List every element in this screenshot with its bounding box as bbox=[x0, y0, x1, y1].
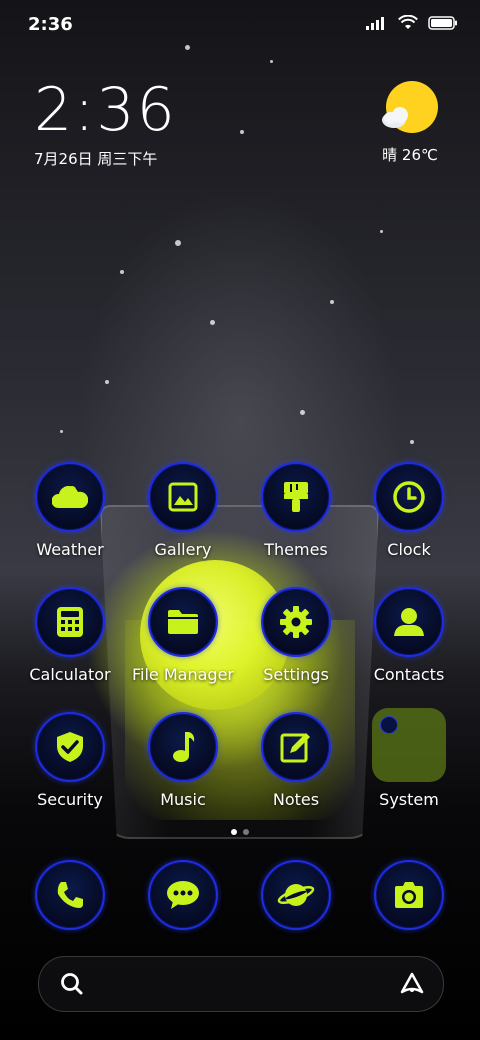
page-dot-active bbox=[231, 829, 237, 835]
app-label: Weather bbox=[36, 540, 104, 559]
dock-camera[interactable] bbox=[353, 860, 465, 930]
folder-mini-app-icon bbox=[380, 716, 398, 734]
calculator-icon bbox=[35, 587, 105, 657]
app-file-manager[interactable]: File Manager bbox=[127, 587, 239, 684]
water-drop bbox=[300, 410, 305, 415]
app-label: System bbox=[379, 790, 439, 809]
battery-icon bbox=[428, 16, 457, 30]
water-drop bbox=[270, 60, 273, 63]
clock-icon bbox=[374, 462, 444, 532]
app-label: Settings bbox=[263, 665, 329, 684]
clock-widget-date: 7月26日 周三下午 bbox=[34, 150, 158, 168]
app-label: Contacts bbox=[373, 665, 445, 684]
clock-widget-time: 2:36 bbox=[34, 75, 177, 145]
search-bar[interactable] bbox=[38, 956, 444, 1012]
status-time: 2:36 bbox=[28, 14, 73, 35]
app-label: Calculator bbox=[29, 665, 111, 684]
page-indicator bbox=[0, 829, 480, 835]
app-label: Security bbox=[37, 790, 103, 809]
water-drop bbox=[105, 380, 109, 384]
weather-condition-temp: 晴 26℃ bbox=[382, 146, 438, 164]
water-drop bbox=[60, 430, 63, 433]
camera-icon bbox=[374, 860, 444, 930]
status-bar: 2:36 bbox=[0, 0, 480, 50]
weather-icon bbox=[35, 462, 105, 532]
app-themes[interactable]: Themes bbox=[240, 462, 352, 559]
app-notes[interactable]: Notes bbox=[240, 712, 352, 809]
clock-widget[interactable]: 2:36 7月26日 周三下午 bbox=[34, 80, 177, 169]
app-label: Notes bbox=[272, 790, 320, 809]
message-icon bbox=[148, 860, 218, 930]
status-icons bbox=[366, 15, 458, 31]
search-icon bbox=[61, 973, 83, 995]
phone-icon bbox=[35, 860, 105, 930]
signal-icon bbox=[366, 17, 384, 30]
water-drop bbox=[380, 230, 383, 233]
water-drop bbox=[120, 270, 124, 274]
gallery-icon bbox=[148, 462, 218, 532]
water-drop bbox=[240, 130, 244, 134]
dock-browser[interactable] bbox=[240, 860, 352, 930]
app-weather[interactable]: Weather bbox=[14, 462, 126, 559]
assistant-icon bbox=[400, 972, 424, 994]
weather-widget[interactable]: 晴 26℃ bbox=[370, 80, 450, 165]
assistant-button[interactable] bbox=[399, 971, 425, 1001]
partly-sunny-icon bbox=[382, 81, 438, 133]
dock-messages[interactable] bbox=[127, 860, 239, 930]
water-drop bbox=[330, 300, 334, 304]
page-dot bbox=[243, 829, 249, 835]
app-music[interactable]: Music bbox=[127, 712, 239, 809]
wifi-icon bbox=[398, 15, 418, 29]
app-security[interactable]: Security bbox=[14, 712, 126, 809]
person-icon bbox=[374, 587, 444, 657]
water-drop bbox=[410, 440, 414, 444]
brush-icon bbox=[261, 462, 331, 532]
app-settings[interactable]: Settings bbox=[240, 587, 352, 684]
app-contacts[interactable]: Contacts bbox=[353, 587, 465, 684]
app-label: Gallery bbox=[154, 540, 212, 559]
app-label: Themes bbox=[264, 540, 328, 559]
water-drop bbox=[210, 320, 215, 325]
folder-group-icon bbox=[372, 708, 446, 782]
app-clock[interactable]: Clock bbox=[353, 462, 465, 559]
water-drop bbox=[175, 240, 181, 246]
app-gallery[interactable]: Gallery bbox=[127, 462, 239, 559]
shield-check-icon bbox=[35, 712, 105, 782]
app-label: File Manager bbox=[132, 665, 234, 684]
app-label: Clock bbox=[387, 540, 431, 559]
folder-icon bbox=[148, 587, 218, 657]
app-calculator[interactable]: Calculator bbox=[14, 587, 126, 684]
edit-note-icon bbox=[261, 712, 331, 782]
folder-system[interactable]: System bbox=[353, 708, 465, 809]
app-label: Music bbox=[160, 790, 206, 809]
music-note-icon bbox=[148, 712, 218, 782]
search-button[interactable] bbox=[59, 971, 85, 1001]
gear-icon bbox=[261, 587, 331, 657]
browser-planet-icon bbox=[261, 860, 331, 930]
dock-phone[interactable] bbox=[14, 860, 126, 930]
